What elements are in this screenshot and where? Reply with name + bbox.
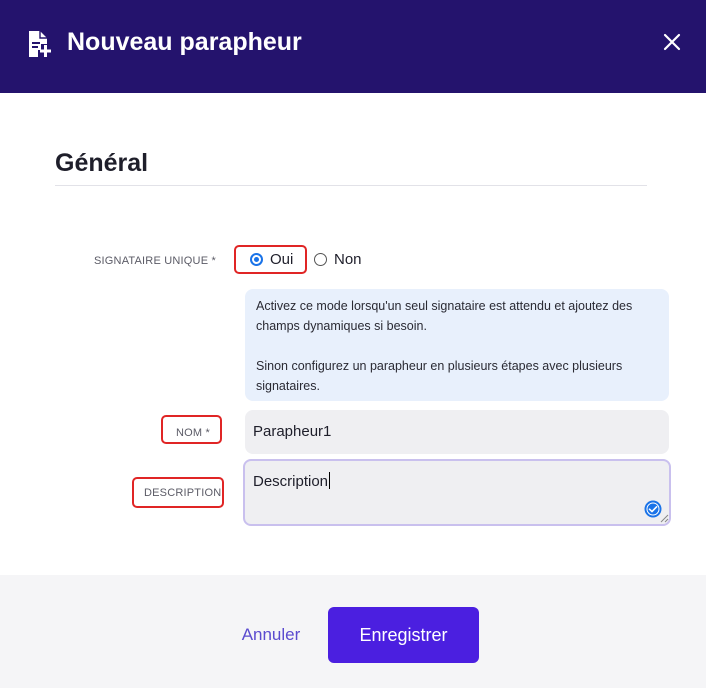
radio-non-label[interactable]: Non (334, 251, 362, 269)
radio-oui[interactable] (250, 253, 263, 266)
nom-input[interactable]: Parapheur1 (245, 410, 669, 454)
nom-label: NOM * (176, 427, 210, 439)
close-icon[interactable] (658, 28, 686, 56)
resize-handle-icon[interactable] (660, 514, 669, 523)
description-value: Description (253, 473, 329, 490)
modal-header: Nouveau parapheur (0, 0, 706, 93)
info-paragraph-1: Activez ce mode lorsqu'un seul signatair… (256, 299, 633, 333)
description-textarea[interactable]: Description (243, 459, 671, 526)
save-button[interactable]: Enregistrer (328, 607, 479, 663)
radio-oui-label[interactable]: Oui (270, 251, 293, 269)
info-box: Activez ce mode lorsqu'un seul signatair… (245, 289, 669, 401)
info-paragraph-2: Sinon configurez un parapheur en plusieu… (256, 359, 623, 393)
description-label: DESCRIPTION (144, 487, 222, 499)
text-caret (329, 472, 331, 489)
section-divider (55, 185, 647, 186)
cancel-button[interactable]: Annuler (228, 620, 314, 650)
document-add-icon (29, 31, 51, 57)
section-title: Général (55, 149, 149, 177)
modal-title: Nouveau parapheur (67, 28, 302, 56)
signataire-unique-label: SIGNATAIRE UNIQUE * (94, 255, 216, 267)
radio-non[interactable] (314, 253, 327, 266)
